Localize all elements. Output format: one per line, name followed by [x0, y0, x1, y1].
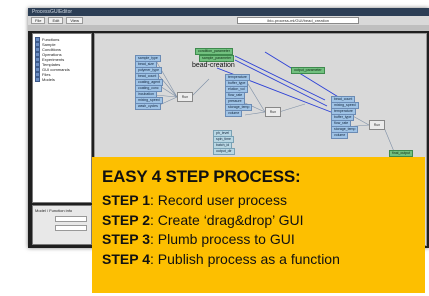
- step-text: : Create ‘drag&drop’ GUI: [150, 211, 304, 228]
- process-step[interactable]: Run: [265, 107, 281, 117]
- canvas-node[interactable]: final_output: [389, 150, 414, 157]
- path-field[interactable]: /bio-process-ml/GUI/bead_creation: [237, 17, 359, 24]
- callout-heading: EASY 4 STEP PROCESS:: [102, 167, 301, 186]
- callout-box: EASY 4 STEP PROCESS: STEP 1: Record user…: [92, 157, 425, 293]
- step-label: STEP 3: [102, 231, 150, 247]
- info-field[interactable]: [55, 225, 87, 231]
- sidebar-item-models[interactable]: Models: [35, 77, 89, 82]
- canvas-node[interactable]: sample_parameter: [199, 55, 235, 62]
- menu-edit[interactable]: Edit: [48, 17, 64, 24]
- step-3: STEP 3: Plumb process to GUI: [102, 230, 417, 250]
- toolbar: [28, 25, 429, 31]
- info-field[interactable]: [55, 216, 87, 222]
- info-panel: Model / Function info: [32, 205, 92, 245]
- canvas-node[interactable]: output_parameter: [291, 67, 325, 74]
- canvas-node[interactable]: wash_cycles: [135, 103, 161, 110]
- process-label: bead-creation: [192, 62, 235, 69]
- folder-icon: [35, 77, 40, 82]
- step-2: STEP 2: Create ‘drag&drop’ GUI: [102, 211, 417, 231]
- step-4: STEP 4: Publish process as a function: [102, 250, 417, 270]
- menu-bar: File Edit View /bio-process-ml/GUI/bead_…: [28, 16, 429, 25]
- step-text: : Record user process: [150, 192, 287, 208]
- canvas-node[interactable]: condition_parameter: [195, 48, 233, 55]
- step-1: STEP 1: Record user process: [102, 191, 417, 211]
- step-text: : Publish process as a function: [150, 250, 340, 267]
- canvas-node[interactable]: volume: [225, 110, 243, 117]
- step-label: STEP 2: [102, 211, 150, 228]
- menu-view[interactable]: View: [66, 17, 83, 24]
- sidebar-item-label: Models: [42, 77, 55, 82]
- sidebar-tree[interactable]: Functions Sample Conditions Operations E…: [32, 33, 92, 203]
- step-label: STEP 1: [102, 192, 150, 208]
- canvas-node[interactable]: output_dir: [213, 148, 235, 155]
- step-label: STEP 4: [102, 250, 150, 267]
- canvas-node[interactable]: volume: [331, 132, 349, 139]
- process-step[interactable]: Run: [177, 92, 193, 102]
- menu-file[interactable]: File: [31, 17, 46, 24]
- step-text: : Plumb process to GUI: [150, 231, 295, 247]
- window-title: ProcessGUIEditor: [28, 8, 429, 16]
- info-panel-title: Model / Function info: [35, 208, 73, 213]
- process-step[interactable]: Run: [369, 120, 385, 130]
